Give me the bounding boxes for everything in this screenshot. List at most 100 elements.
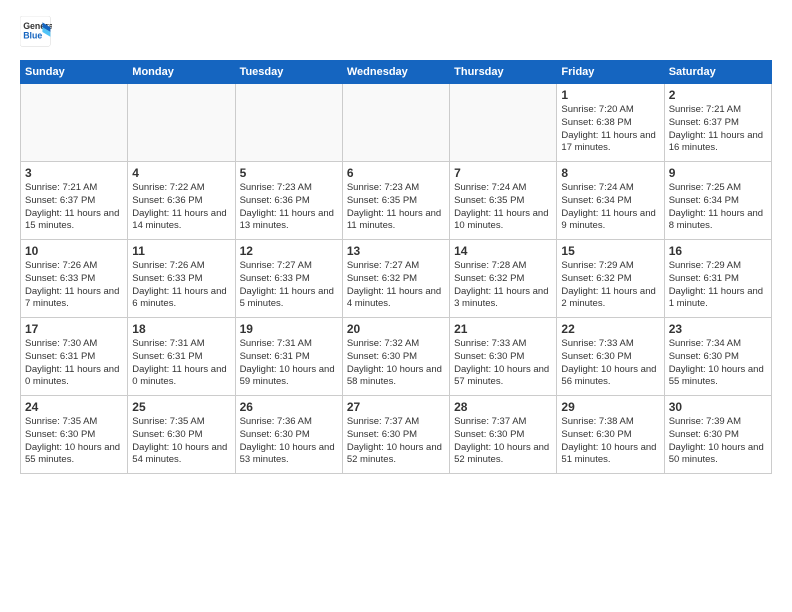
calendar-cell xyxy=(128,84,235,162)
day-number: 3 xyxy=(25,166,123,180)
calendar-header-cell: Sunday xyxy=(21,61,128,84)
day-info: Sunrise: 7:22 AMSunset: 6:36 PMDaylight:… xyxy=(132,182,230,233)
calendar-cell: 3 Sunrise: 7:21 AMSunset: 6:37 PMDaylight… xyxy=(21,162,128,240)
calendar-cell: 27 Sunrise: 7:37 AMSunset: 6:30 PMDayligh… xyxy=(342,396,449,474)
calendar-cell: 24Sunrise: 7:35 AMSunset: 6:30 PMDayligh… xyxy=(21,396,128,474)
calendar-cell: 10 Sunrise: 7:26 AMSunset: 6:33 PMDayligh… xyxy=(21,240,128,318)
day-number: 7 xyxy=(454,166,552,180)
day-info: Sunrise: 7:25 AMSunset: 6:34 PMDaylight:… xyxy=(669,182,767,233)
calendar-cell xyxy=(450,84,557,162)
calendar-week-row: 17 Sunrise: 7:30 AMSunset: 6:31 PMDayligh… xyxy=(21,318,772,396)
day-number: 18 xyxy=(132,322,230,336)
day-number: 12 xyxy=(240,244,338,258)
day-number: 5 xyxy=(240,166,338,180)
day-info: Sunrise: 7:32 AMSunset: 6:30 PMDaylight:… xyxy=(347,338,445,389)
day-info: Sunrise: 7:31 AMSunset: 6:31 PMDaylight:… xyxy=(132,338,230,389)
day-info: Sunrise: 7:27 AMSunset: 6:33 PMDaylight:… xyxy=(240,260,338,311)
day-info: Sunrise: 7:23 AMSunset: 6:36 PMDaylight:… xyxy=(240,182,338,233)
calendar-header-cell: Friday xyxy=(557,61,664,84)
calendar-cell xyxy=(235,84,342,162)
day-info: Sunrise: 7:21 AMSunset: 6:37 PMDaylight:… xyxy=(25,182,123,233)
day-info: Sunrise: 7:21 AMSunset: 6:37 PMDaylight:… xyxy=(669,104,767,155)
day-info: Sunrise: 7:36 AMSunset: 6:30 PMDaylight:… xyxy=(240,416,338,467)
calendar-table: SundayMondayTuesdayWednesdayThursdayFrid… xyxy=(20,60,772,474)
day-number: 13 xyxy=(347,244,445,258)
calendar-header-cell: Wednesday xyxy=(342,61,449,84)
day-number: 14 xyxy=(454,244,552,258)
calendar-cell: 15 Sunrise: 7:29 AMSunset: 6:32 PMDayligh… xyxy=(557,240,664,318)
calendar-cell: 6Sunrise: 7:23 AMSunset: 6:35 PMDaylight… xyxy=(342,162,449,240)
calendar-cell: 5 Sunrise: 7:23 AMSunset: 6:36 PMDaylight… xyxy=(235,162,342,240)
day-number: 25 xyxy=(132,400,230,414)
calendar-cell: 21 Sunrise: 7:33 AMSunset: 6:30 PMDayligh… xyxy=(450,318,557,396)
day-number: 9 xyxy=(669,166,767,180)
day-number: 21 xyxy=(454,322,552,336)
day-number: 1 xyxy=(561,88,659,102)
day-number: 4 xyxy=(132,166,230,180)
day-number: 30 xyxy=(669,400,767,414)
day-info: Sunrise: 7:35 AMSunset: 6:30 PMDaylight:… xyxy=(132,416,230,467)
calendar-header-cell: Saturday xyxy=(664,61,771,84)
logo: General Blue xyxy=(20,16,52,48)
calendar-cell: 11 Sunrise: 7:26 AMSunset: 6:33 PMDayligh… xyxy=(128,240,235,318)
day-number: 2 xyxy=(669,88,767,102)
calendar-cell: 18 Sunrise: 7:31 AMSunset: 6:31 PMDayligh… xyxy=(128,318,235,396)
day-info: Sunrise: 7:29 AMSunset: 6:32 PMDaylight:… xyxy=(561,260,659,311)
calendar-cell: 9 Sunrise: 7:25 AMSunset: 6:34 PMDaylight… xyxy=(664,162,771,240)
calendar-cell: 26 Sunrise: 7:36 AMSunset: 6:30 PMDayligh… xyxy=(235,396,342,474)
day-number: 19 xyxy=(240,322,338,336)
day-number: 26 xyxy=(240,400,338,414)
calendar-header-row: SundayMondayTuesdayWednesdayThursdayFrid… xyxy=(21,61,772,84)
day-info: Sunrise: 7:30 AMSunset: 6:31 PMDaylight:… xyxy=(25,338,123,389)
calendar-cell: 20Sunrise: 7:32 AMSunset: 6:30 PMDayligh… xyxy=(342,318,449,396)
day-info: Sunrise: 7:24 AMSunset: 6:34 PMDaylight:… xyxy=(561,182,659,233)
day-info: Sunrise: 7:33 AMSunset: 6:30 PMDaylight:… xyxy=(561,338,659,389)
calendar-header-cell: Monday xyxy=(128,61,235,84)
calendar-cell: 7Sunrise: 7:24 AMSunset: 6:35 PMDaylight… xyxy=(450,162,557,240)
day-number: 10 xyxy=(25,244,123,258)
day-info: Sunrise: 7:33 AMSunset: 6:30 PMDaylight:… xyxy=(454,338,552,389)
day-info: Sunrise: 7:35 AMSunset: 6:30 PMDaylight:… xyxy=(25,416,123,467)
day-info: Sunrise: 7:26 AMSunset: 6:33 PMDaylight:… xyxy=(25,260,123,311)
svg-text:Blue: Blue xyxy=(23,30,42,40)
day-number: 11 xyxy=(132,244,230,258)
calendar-cell: 19Sunrise: 7:31 AMSunset: 6:31 PMDayligh… xyxy=(235,318,342,396)
calendar-week-row: 24Sunrise: 7:35 AMSunset: 6:30 PMDayligh… xyxy=(21,396,772,474)
calendar-cell: 17 Sunrise: 7:30 AMSunset: 6:31 PMDayligh… xyxy=(21,318,128,396)
page: General Blue SundayMondayTuesdayWednesda… xyxy=(0,0,792,484)
calendar-cell: 28 Sunrise: 7:37 AMSunset: 6:30 PMDayligh… xyxy=(450,396,557,474)
day-number: 17 xyxy=(25,322,123,336)
day-info: Sunrise: 7:29 AMSunset: 6:31 PMDaylight:… xyxy=(669,260,767,311)
day-number: 27 xyxy=(347,400,445,414)
calendar-cell: 29 Sunrise: 7:38 AMSunset: 6:30 PMDayligh… xyxy=(557,396,664,474)
calendar-cell xyxy=(342,84,449,162)
day-info: Sunrise: 7:26 AMSunset: 6:33 PMDaylight:… xyxy=(132,260,230,311)
day-info: Sunrise: 7:34 AMSunset: 6:30 PMDaylight:… xyxy=(669,338,767,389)
calendar-cell: 8 Sunrise: 7:24 AMSunset: 6:34 PMDaylight… xyxy=(557,162,664,240)
day-info: Sunrise: 7:38 AMSunset: 6:30 PMDaylight:… xyxy=(561,416,659,467)
calendar-cell: 1Sunrise: 7:20 AMSunset: 6:38 PMDaylight… xyxy=(557,84,664,162)
calendar-cell: 22 Sunrise: 7:33 AMSunset: 6:30 PMDayligh… xyxy=(557,318,664,396)
calendar-cell: 25 Sunrise: 7:35 AMSunset: 6:30 PMDayligh… xyxy=(128,396,235,474)
calendar-week-row: 1Sunrise: 7:20 AMSunset: 6:38 PMDaylight… xyxy=(21,84,772,162)
day-number: 16 xyxy=(669,244,767,258)
calendar-cell: 14Sunrise: 7:28 AMSunset: 6:32 PMDayligh… xyxy=(450,240,557,318)
day-number: 22 xyxy=(561,322,659,336)
day-info: Sunrise: 7:27 AMSunset: 6:32 PMDaylight:… xyxy=(347,260,445,311)
day-number: 6 xyxy=(347,166,445,180)
logo-icon: General Blue xyxy=(20,16,52,48)
calendar-cell: 4 Sunrise: 7:22 AMSunset: 6:36 PMDaylight… xyxy=(128,162,235,240)
header: General Blue xyxy=(20,16,772,48)
day-number: 28 xyxy=(454,400,552,414)
day-number: 23 xyxy=(669,322,767,336)
day-info: Sunrise: 7:37 AMSunset: 6:30 PMDaylight:… xyxy=(347,416,445,467)
calendar-cell: 2 Sunrise: 7:21 AMSunset: 6:37 PMDaylight… xyxy=(664,84,771,162)
calendar-header-cell: Tuesday xyxy=(235,61,342,84)
day-number: 15 xyxy=(561,244,659,258)
day-number: 8 xyxy=(561,166,659,180)
calendar-cell: 23 Sunrise: 7:34 AMSunset: 6:30 PMDayligh… xyxy=(664,318,771,396)
day-info: Sunrise: 7:37 AMSunset: 6:30 PMDaylight:… xyxy=(454,416,552,467)
calendar-cell: 13 Sunrise: 7:27 AMSunset: 6:32 PMDayligh… xyxy=(342,240,449,318)
calendar-cell: 30Sunrise: 7:39 AMSunset: 6:30 PMDayligh… xyxy=(664,396,771,474)
day-number: 29 xyxy=(561,400,659,414)
